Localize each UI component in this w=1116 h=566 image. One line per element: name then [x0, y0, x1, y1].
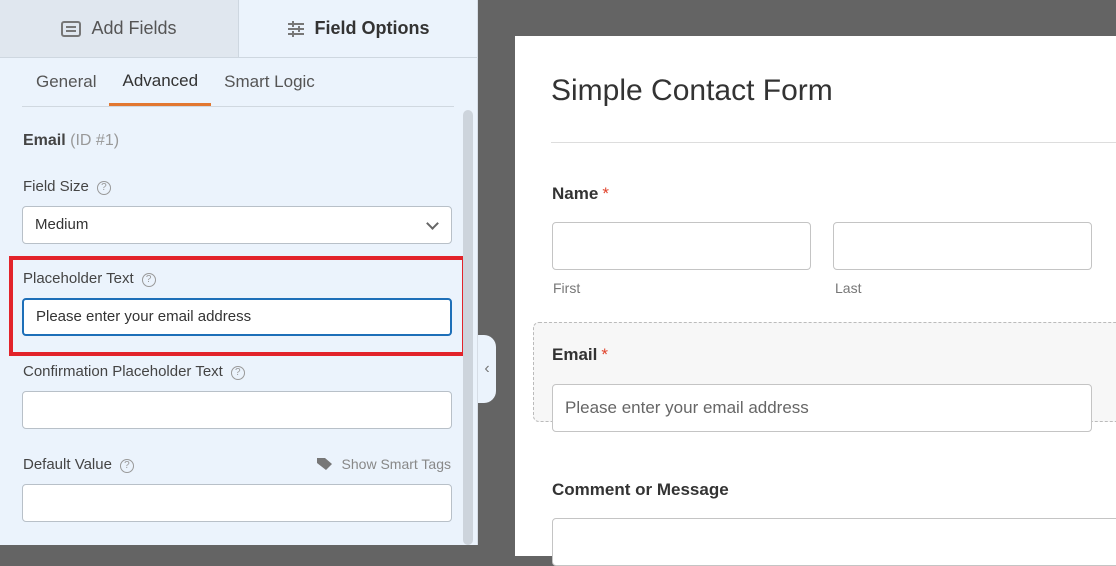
last-sublabel: Last — [835, 280, 862, 296]
comment-label: Comment or Message — [552, 480, 729, 499]
divider — [551, 142, 1116, 143]
form-title: Simple Contact Form — [551, 74, 833, 107]
sliders-icon — [287, 20, 304, 37]
show-smart-tags-link[interactable]: Show Smart Tags — [316, 456, 451, 472]
default-value-label: Default Value? — [23, 456, 134, 473]
name-label: Name * — [552, 184, 609, 203]
tab-field-options[interactable]: Field Options — [239, 0, 477, 57]
form-preview: Simple Contact Form Name * First Last Ema… — [515, 36, 1116, 566]
subtab-advanced[interactable]: Advanced — [109, 58, 212, 106]
help-icon[interactable]: ? — [96, 181, 111, 195]
field-size-select[interactable]: Medium — [22, 206, 452, 244]
subtab-general[interactable]: General — [22, 58, 109, 106]
last-name-input[interactable] — [833, 222, 1092, 270]
email-label: Email * — [552, 345, 608, 364]
default-value-input[interactable] — [22, 484, 452, 522]
first-sublabel: First — [553, 280, 581, 296]
comment-textarea[interactable] — [552, 518, 1116, 566]
tag-icon — [316, 458, 332, 470]
highlight-box — [9, 256, 466, 356]
email-input[interactable]: Please enter your email address — [552, 384, 1092, 432]
help-icon[interactable]: ? — [119, 459, 134, 473]
subtab-smart-logic[interactable]: Smart Logic — [211, 58, 328, 106]
confirmation-placeholder-input[interactable] — [22, 391, 452, 429]
first-name-input[interactable] — [552, 222, 811, 270]
list-icon — [61, 20, 82, 37]
confirmation-placeholder-label: Confirmation Placeholder Text? — [23, 363, 245, 380]
field-size-label: Field Size? — [23, 178, 111, 195]
chevron-left-icon: ‹ — [484, 360, 490, 377]
field-heading: Email (ID #1) — [23, 132, 120, 149]
help-icon[interactable]: ? — [230, 366, 245, 380]
scrollbar[interactable] — [463, 110, 473, 545]
field-options-panel: Add Fields Field Options General Advance… — [0, 0, 478, 545]
collapse-panel-button[interactable]: ‹ — [478, 335, 496, 403]
tab-add-fields[interactable]: Add Fields — [0, 0, 239, 57]
